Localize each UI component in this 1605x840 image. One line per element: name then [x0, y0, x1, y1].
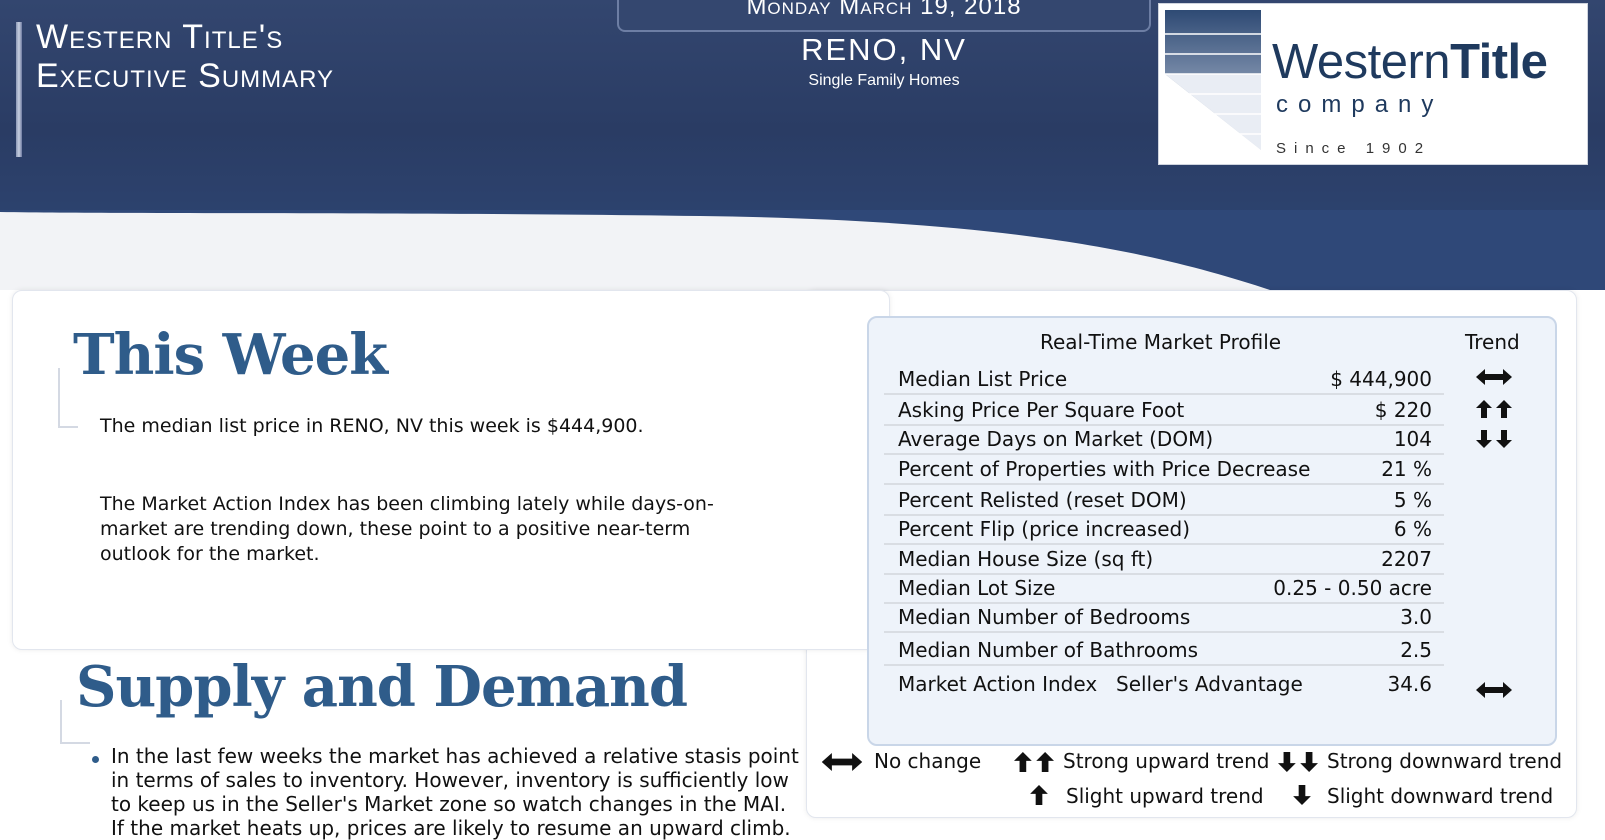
row-value: 2207: [1381, 547, 1432, 571]
row-value: 21 %: [1381, 457, 1432, 481]
title-line-1: Western Title's: [36, 18, 284, 56]
market-profile-header: Real-Time Market Profile: [1040, 330, 1282, 354]
supply-demand-line-1: In the last few weeks the market has ach…: [111, 744, 799, 768]
double-horizontal-arrow-icon: [1476, 682, 1512, 698]
supply-demand-paragraph: In the last few weeks the market has ach…: [111, 744, 799, 840]
city-name: RENO, NV: [801, 32, 967, 67]
legend-slight-up: Slight upward trend: [1066, 784, 1264, 808]
title-accent-bar: [16, 22, 22, 157]
double-up-arrow-icon: [1476, 400, 1512, 418]
row-label: Market Action Index: [898, 672, 1098, 696]
row-label: Average Days on Market (DOM): [898, 427, 1214, 451]
row-value: 0.25 - 0.50 acre: [1273, 576, 1432, 600]
profile-row-days-on-market: Average Days on Market (DOM) 104: [884, 425, 1444, 455]
logo-since: Since 1902: [1276, 140, 1432, 157]
row-label: Median List Price: [898, 367, 1068, 391]
executive-summary-title: Western Title's Executive Summary: [36, 18, 334, 96]
title-line-2: Executive Summary: [36, 57, 335, 95]
row-value: 34.6: [1387, 672, 1432, 696]
paragraph-2-line-3: outlook for the market.: [100, 543, 320, 565]
paragraph-2-line-2: market are trending down, these point to…: [100, 518, 691, 540]
row-value: 2.5: [1400, 638, 1432, 662]
row-label: Percent Relisted (reset DOM): [898, 488, 1187, 512]
row-value: 6 %: [1393, 517, 1432, 541]
row-label: Asking Price Per Square Foot: [898, 398, 1185, 422]
supply-demand-heading: Supply and Demand: [76, 654, 688, 720]
logo-western-word: Western: [1272, 35, 1451, 89]
report-date: Monday March 19, 2018: [746, 0, 1022, 20]
legend-strong-down: Strong downward trend: [1327, 749, 1563, 773]
logo-wordmark: WesternTitle: [1272, 34, 1548, 90]
profile-row-market-action-index: Market Action Index Seller's Advantage 3…: [884, 670, 1444, 698]
double-down-arrow-icon: [1476, 430, 1512, 448]
double-horizontal-arrow-icon: [1476, 369, 1512, 385]
legend-slight-down: Slight downward trend: [1327, 784, 1554, 808]
bullet-icon: [92, 756, 99, 763]
row-label: Percent of Properties with Price Decreas…: [898, 457, 1311, 481]
profile-row-bedrooms: Median Number of Bedrooms 3.0: [884, 603, 1444, 633]
double-horizontal-arrow-icon: [820, 753, 864, 771]
double-up-arrow-icon: [1014, 752, 1054, 772]
row-label: Median Lot Size: [898, 576, 1056, 600]
profile-row-bathrooms: Median Number of Bathrooms 2.5: [884, 636, 1444, 666]
legend-no-change: No change: [874, 749, 982, 773]
banner-swoosh: [0, 210, 1605, 290]
property-type: Single Family Homes: [808, 72, 960, 89]
profile-row-house-size: Median House Size (sq ft) 2207: [884, 545, 1444, 575]
double-down-arrow-icon: [1278, 752, 1318, 772]
profile-row-lot-size: Median Lot Size 0.25 - 0.50 acre: [884, 574, 1444, 604]
this-week-paragraph-1: The median list price in RENO, NV this w…: [100, 415, 644, 437]
row-label: Percent Flip (price increased): [898, 517, 1191, 541]
paragraph-2-line-1: The Market Action Index has been climbin…: [100, 493, 714, 515]
logo-emblem-icon: [1165, 10, 1261, 150]
profile-row-percent-flip: Percent Flip (price increased) 6 %: [884, 515, 1444, 545]
profile-row-percent-relisted: Percent Relisted (reset DOM) 5 %: [884, 486, 1444, 516]
profile-row-price-decrease: Percent of Properties with Price Decreas…: [884, 455, 1444, 485]
profile-row-asking-price-sqft: Asking Price Per Square Foot $ 220: [884, 396, 1444, 426]
this-week-heading: This Week: [73, 322, 388, 388]
row-value: 5 %: [1393, 488, 1432, 512]
down-arrow-icon: [1293, 785, 1311, 805]
row-value: 3.0: [1400, 605, 1432, 629]
logo-title-word: Title: [1450, 35, 1548, 89]
row-middle-value: Seller's Advantage: [1116, 672, 1303, 696]
legend-strong-up: Strong upward trend: [1063, 749, 1270, 773]
logo-company: company: [1276, 91, 1444, 118]
supply-demand-line-2: in terms of sales to inventory. However,…: [111, 768, 789, 792]
row-label: Median House Size (sq ft): [898, 547, 1154, 571]
supply-demand-line-4: If the market heats up, prices are likel…: [111, 816, 791, 840]
row-label: Median Number of Bedrooms: [898, 605, 1191, 629]
profile-row-median-list-price: Median List Price $ 444,900: [884, 365, 1444, 395]
row-value: 104: [1393, 427, 1432, 451]
trend-header: Trend: [1465, 330, 1520, 354]
western-title-logo: WesternTitle company Since 1902: [1158, 3, 1588, 165]
row-value: $ 444,900: [1330, 367, 1432, 391]
supply-demand-line-3: to keep us in the Seller's Market zone s…: [111, 792, 787, 816]
row-label: Median Number of Bathrooms: [898, 638, 1199, 662]
up-arrow-icon: [1030, 785, 1048, 805]
row-value: $ 220: [1374, 398, 1432, 422]
this-week-paragraph-2: The Market Action Index has been climbin…: [100, 492, 714, 567]
